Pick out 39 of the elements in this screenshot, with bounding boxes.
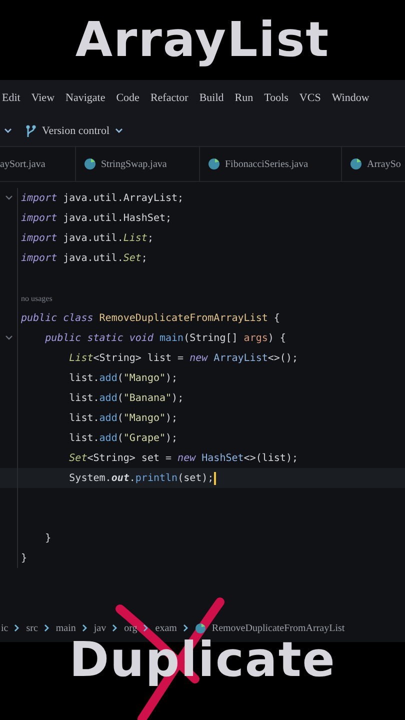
code-line: List<String> list = new ArrayList<>(); [68,352,298,364]
breadcrumb-item[interactable]: exam [155,622,177,634]
code-line: System.out.println(set); [68,472,216,484]
menu-item[interactable]: Edit [2,92,20,104]
menu-item[interactable]: Navigate [66,92,106,104]
code-line: } [20,552,28,564]
version-control-button[interactable]: Version control [22,122,126,140]
code-line: list.add("Banana"); [68,392,184,404]
code-line: import java.util.HashSet; [20,212,172,224]
file-tab[interactable]: FibonacciSeries.java [200,147,342,181]
menu-item[interactable]: Build [199,92,224,104]
file-tab[interactable]: aySort.java [0,147,76,181]
code-line: } [44,532,52,544]
menu-item[interactable]: Tools [264,92,288,104]
code-line: list.add("Grape"); [68,432,178,444]
code-line: Set<String> set = new HashSet<>(list); [68,452,298,464]
usage-hint: no usages [20,294,52,302]
breadcrumb-item[interactable]: ic [1,622,8,634]
breadcrumb-item[interactable]: main [56,622,76,634]
code-line: import java.util.Set; [20,252,148,264]
menu-item[interactable]: View [31,92,55,104]
menu-item[interactable]: Code [116,92,140,104]
menu-item[interactable]: Window [332,92,370,104]
breadcrumb-item[interactable]: RemoveDuplicateFromArrayList [212,622,345,634]
code-line: public static void main(String[] args) { [44,332,286,344]
menu-item[interactable]: Refactor [150,92,188,104]
file-tab[interactable]: StringSwap.java [76,147,200,181]
breadcrumb-item[interactable]: jav [94,622,106,634]
code-line: list.add("Mango"); [68,372,178,384]
title-text: ArrayList [75,11,330,70]
code-line: import java.util.ArrayList; [20,192,184,204]
menu-item[interactable]: VCS [299,92,321,104]
file-tab[interactable]: ArraySo [342,147,405,181]
code-line: list.add("Mango"); [68,412,178,424]
breadcrumb-item[interactable]: org [124,622,138,634]
breadcrumb-item[interactable]: src [26,622,38,634]
menu-item[interactable]: Run [234,92,254,104]
code-line: import java.util.List; [20,232,154,244]
code-line: public class RemoveDuplicateFromArrayList { [20,312,280,324]
